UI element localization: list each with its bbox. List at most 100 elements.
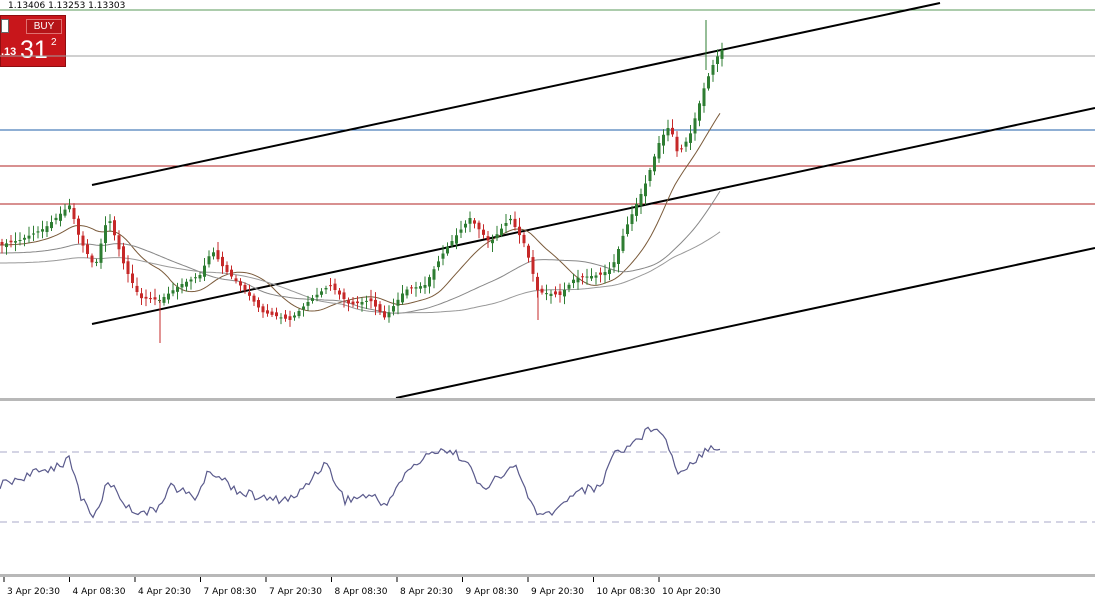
candle-body <box>621 235 625 251</box>
candle-body <box>23 237 26 240</box>
ma-slow <box>0 231 721 314</box>
candle-body <box>567 284 571 289</box>
candle <box>257 297 260 313</box>
candle-body <box>369 298 373 302</box>
candle-body <box>77 218 80 235</box>
candle <box>675 131 679 157</box>
candle-body <box>360 302 364 305</box>
candle-body <box>608 269 611 274</box>
candle <box>401 285 404 305</box>
candle <box>18 232 22 246</box>
candle <box>261 303 265 318</box>
candle <box>473 218 476 229</box>
candle-body <box>405 289 409 296</box>
candle-body <box>104 225 107 244</box>
time-tick-label: 9 Apr 08:30 <box>466 587 519 597</box>
candle-body <box>252 295 256 302</box>
candle-body <box>324 288 328 290</box>
candle-body <box>671 127 674 135</box>
candle-body <box>527 245 530 258</box>
candle-body <box>626 224 629 235</box>
candle <box>180 278 184 294</box>
candle <box>540 285 544 295</box>
candle-body <box>680 148 683 150</box>
ma-medium <box>0 190 721 314</box>
candle-body <box>194 277 197 279</box>
candle-body <box>446 246 449 254</box>
time-tick-label: 8 Apr 08:30 <box>335 587 388 597</box>
price-chart[interactable]: 03 Apr 20:304 Apr 08:304 Apr 20:307 Apr … <box>0 0 1095 600</box>
candle-body <box>383 311 386 318</box>
candle-body <box>396 299 400 306</box>
candle <box>599 267 602 283</box>
candle <box>486 230 490 248</box>
candle-body <box>495 234 499 239</box>
candle <box>684 137 688 152</box>
time-axis: 03 Apr 20:304 Apr 08:304 Apr 20:307 Apr … <box>3 577 721 597</box>
candle <box>63 203 67 218</box>
time-tick-label: 7 Apr 20:30 <box>269 587 322 597</box>
candle <box>563 282 566 305</box>
candle <box>657 136 661 163</box>
candle <box>720 42 724 67</box>
candle-body <box>455 235 458 244</box>
candle <box>329 278 332 291</box>
candle <box>572 273 575 289</box>
moving-averages <box>0 113 721 314</box>
candle <box>311 295 314 304</box>
candle-body <box>482 229 485 235</box>
candle <box>680 144 683 153</box>
time-tick-label: 10 Apr 08:30 <box>597 587 656 597</box>
candle-body <box>531 257 535 274</box>
candle-body <box>540 288 544 293</box>
candle <box>306 295 310 311</box>
candle-body <box>234 278 238 281</box>
candle <box>378 301 382 316</box>
candle-body <box>212 252 215 257</box>
candle <box>504 214 508 234</box>
candle <box>59 206 62 227</box>
candle-body <box>459 229 463 233</box>
candle <box>405 286 409 299</box>
candle-body <box>320 291 323 295</box>
candle-body <box>261 306 265 313</box>
candle-body <box>45 226 49 233</box>
candle <box>590 268 593 282</box>
candle <box>621 228 625 254</box>
candle <box>36 226 40 239</box>
candle <box>482 224 485 239</box>
candle-body <box>297 311 301 317</box>
candle-body <box>72 208 76 219</box>
candle-body <box>365 300 368 302</box>
candle <box>275 307 278 320</box>
candle-body <box>284 314 287 319</box>
candle <box>630 205 634 231</box>
candle-body <box>401 293 404 303</box>
candle-body <box>500 228 503 236</box>
candle <box>72 203 76 224</box>
indicator-panel-separator <box>0 574 1095 577</box>
candle <box>581 273 584 285</box>
candle <box>459 220 463 238</box>
candle-body <box>270 311 274 315</box>
candle <box>617 246 620 273</box>
candle-body <box>648 170 652 181</box>
candle-body <box>509 218 512 221</box>
time-tick-label: 4 Apr 08:30 <box>73 587 126 597</box>
candle-body <box>32 233 35 235</box>
candle <box>167 286 170 304</box>
candle-body <box>630 214 634 225</box>
candle-body <box>410 287 413 289</box>
candle <box>23 234 26 247</box>
candle-body <box>491 239 494 244</box>
candle <box>284 309 287 322</box>
candle <box>239 278 242 292</box>
candle-body <box>122 246 125 264</box>
candle <box>149 291 152 304</box>
candle-body <box>387 312 391 318</box>
candle-body <box>293 315 296 318</box>
candle-body <box>176 286 179 292</box>
candle-body <box>59 213 62 221</box>
candle-body <box>18 240 22 241</box>
candle-body <box>504 223 508 226</box>
